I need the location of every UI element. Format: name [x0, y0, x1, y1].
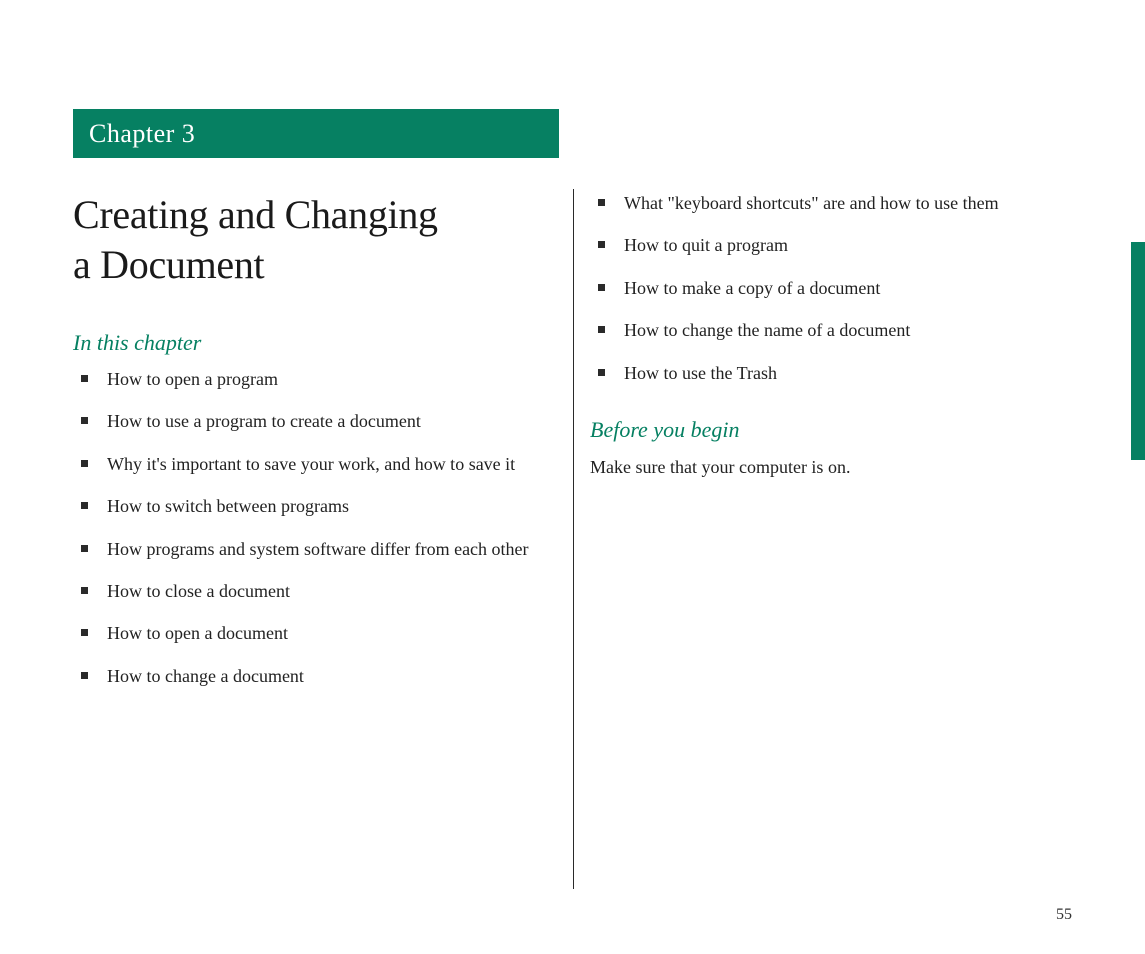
list-item: How to change a document — [73, 665, 559, 688]
list-item: How to use the Trash — [590, 362, 1076, 385]
list-item: How to use a program to create a documen… — [73, 410, 559, 433]
chapter-title-line2: a Document — [73, 242, 264, 287]
list-item: How to close a document — [73, 580, 559, 603]
before-you-begin-text: Make sure that your computer is on. — [590, 457, 1076, 478]
page: Chapter 3 Creating and Changing a Docume… — [0, 0, 1145, 954]
page-number: 55 — [1056, 906, 1072, 924]
chapter-title-line1: Creating and Changing — [73, 192, 438, 237]
list-item: How to switch between programs — [73, 495, 559, 518]
list-item: How to quit a program — [590, 234, 1076, 257]
before-you-begin-section: Before you begin Make sure that your com… — [590, 417, 1076, 478]
list-item: How to open a program — [73, 368, 559, 391]
right-column: What "keyboard shortcuts" are and how to… — [590, 192, 1076, 478]
chapter-label: Chapter 3 — [73, 119, 195, 149]
list-item: How to make a copy of a document — [590, 277, 1076, 300]
chapter-title: Creating and Changing a Document — [73, 190, 543, 290]
chapter-bar: Chapter 3 — [73, 109, 559, 158]
list-item: What "keyboard shortcuts" are and how to… — [590, 192, 1076, 215]
section-before-you-begin: Before you begin — [590, 417, 1076, 443]
section-in-this-chapter: In this chapter — [73, 330, 559, 356]
list-item: How to open a document — [73, 622, 559, 645]
edge-tab — [1131, 242, 1145, 460]
left-column: In this chapter How to open a program Ho… — [73, 330, 559, 707]
bullets-right: What "keyboard shortcuts" are and how to… — [590, 192, 1076, 385]
column-divider — [573, 189, 574, 889]
list-item: Why it's important to save your work, an… — [73, 453, 559, 476]
bullets-left: How to open a program How to use a progr… — [73, 368, 559, 688]
list-item: How programs and system software differ … — [73, 538, 559, 561]
list-item: How to change the name of a document — [590, 319, 1076, 342]
